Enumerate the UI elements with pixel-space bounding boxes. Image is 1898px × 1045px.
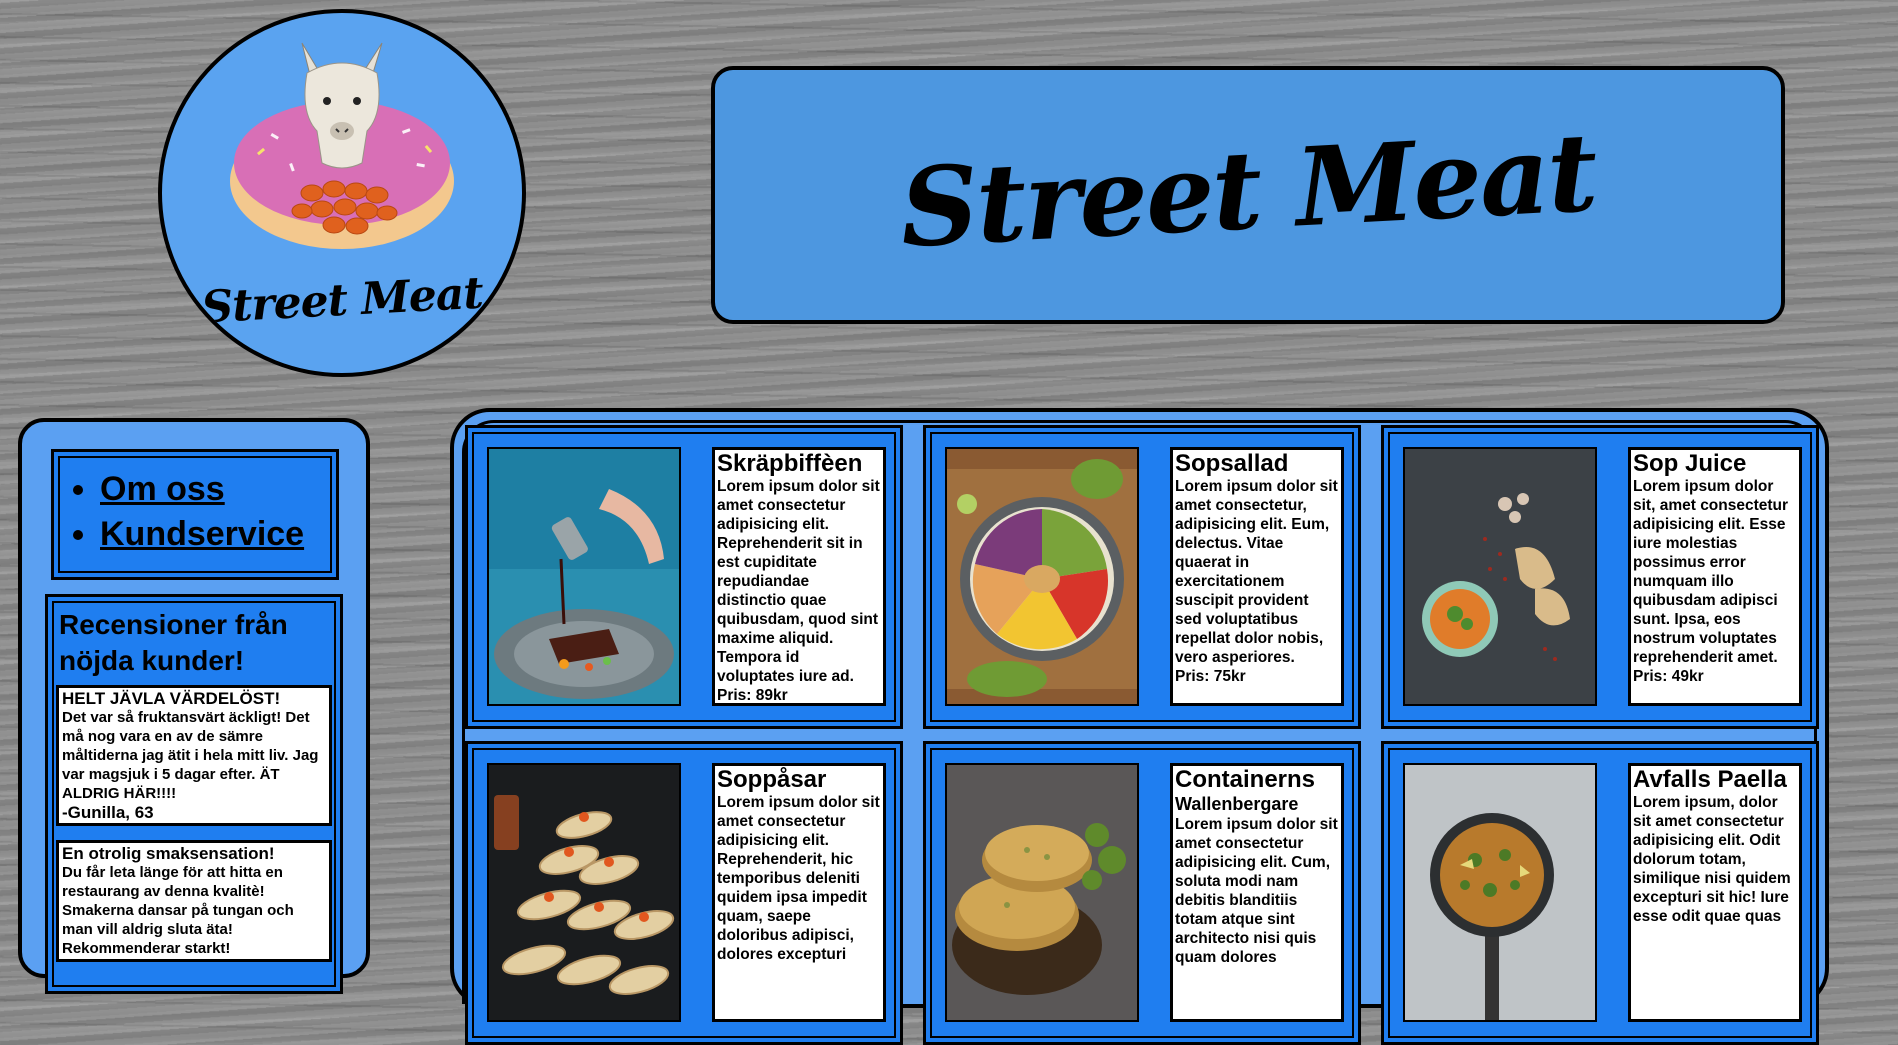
menu-card: Avfalls Paella Lorem ipsum, dolor sit am… [1381, 741, 1819, 1045]
menu-card: Sop Juice Lorem ipsum dolor sit, amet co… [1381, 425, 1819, 729]
dish-description: Lorem ipsum dolor sit amet consectetur a… [1175, 816, 1338, 966]
review-author: -Gunilla, 63 [62, 803, 154, 822]
logo: Street Meat [158, 9, 526, 377]
paella-pan-photo [1403, 763, 1597, 1022]
dish-price: Pris: 89kr [717, 687, 788, 704]
dish-description: Lorem ipsum dolor sit, amet consectetur … [1633, 478, 1789, 666]
sidebar: Om oss Kundservice Recensioner från nöjd… [18, 418, 370, 994]
dish-info: Soppåsar Lorem ipsum dolor sit amet cons… [712, 763, 886, 1022]
dish-name: Soppåsar [717, 766, 827, 793]
patties-photo [945, 763, 1139, 1022]
menu-card: Skräpbiffèen Lorem ipsum dolor sit amet … [465, 425, 903, 729]
dish-description: Lorem ipsum dolor sit amet consectetur a… [717, 794, 880, 963]
nav-link-om-oss[interactable]: Om oss [100, 470, 225, 508]
review-card: En otrolig smaksensation! Du får leta lä… [56, 840, 332, 962]
dish-info: Containerns Wallenbergare Lorem ipsum do… [1170, 763, 1344, 1022]
menu-panel: Skräpbiffèen Lorem ipsum dolor sit amet … [450, 408, 1829, 1045]
dish-description: Lorem ipsum, dolor sit amet consectetur … [1633, 794, 1791, 925]
soup-bowl-photo [1403, 447, 1597, 706]
dish-info: Skräpbiffèen Lorem ipsum dolor sit amet … [712, 447, 886, 706]
dish-name: Sop Juice [1633, 450, 1747, 477]
crepe-rolls-photo [487, 763, 681, 1022]
nav-list: Om oss Kundservice [54, 452, 336, 554]
menu-card: Containerns Wallenbergare Lorem ipsum do… [923, 741, 1361, 1045]
review-title: HELT JÄVLA VÄRDELÖST! [62, 689, 281, 708]
nav-link-kundservice[interactable]: Kundservice [100, 515, 304, 553]
dish-price: Pris: 49kr [1633, 668, 1704, 685]
dish-name: Sopsallad [1175, 450, 1289, 477]
dish-description: Lorem ipsum dolor sit amet consectetur a… [717, 478, 880, 685]
nav-menu: Om oss Kundservice [51, 449, 339, 580]
dish-info: Sop Juice Lorem ipsum dolor sit, amet co… [1628, 447, 1802, 706]
dish-name: Containerns [1175, 766, 1316, 793]
dish-info: Sopsallad Lorem ipsum dolor sit amet con… [1170, 447, 1344, 706]
steak-sauce-photo [487, 447, 681, 706]
review-body: Det var så fruktansvärt äckligt! Det må … [62, 709, 319, 802]
reviews-panel: Recensioner från nöjda kunder! HELT JÄVL… [45, 594, 343, 994]
dish-description: Lorem ipsum dolor sit amet consectetur, … [1175, 478, 1338, 666]
review-title: En otrolig smaksensation! [62, 844, 275, 863]
reviews-heading: Recensioner från nöjda kunder! [59, 609, 288, 676]
site-title: Street Meat [897, 109, 1599, 273]
menu-card: Soppåsar Lorem ipsum dolor sit amet cons… [465, 741, 903, 1045]
review-card: HELT JÄVLA VÄRDELÖST! Det var så fruktan… [56, 685, 332, 826]
salad-bowl-photo [945, 447, 1139, 706]
dish-info: Avfalls Paella Lorem ipsum, dolor sit am… [1628, 763, 1802, 1022]
header-banner: Street Meat [711, 66, 1785, 324]
dish-name: Skräpbiffèen [717, 450, 863, 477]
nav-item-om-oss: Om oss [100, 470, 336, 509]
dish-price: Pris: 75kr [1175, 668, 1246, 685]
nav-item-kundservice: Kundservice [100, 515, 336, 554]
menu-card: Sopsallad Lorem ipsum dolor sit amet con… [923, 425, 1361, 729]
dish-name: Avfalls Paella [1633, 766, 1787, 793]
dish-subtitle: Wallenbergare [1175, 794, 1299, 814]
review-body: Du får leta länge för att hitta en resta… [62, 864, 294, 957]
